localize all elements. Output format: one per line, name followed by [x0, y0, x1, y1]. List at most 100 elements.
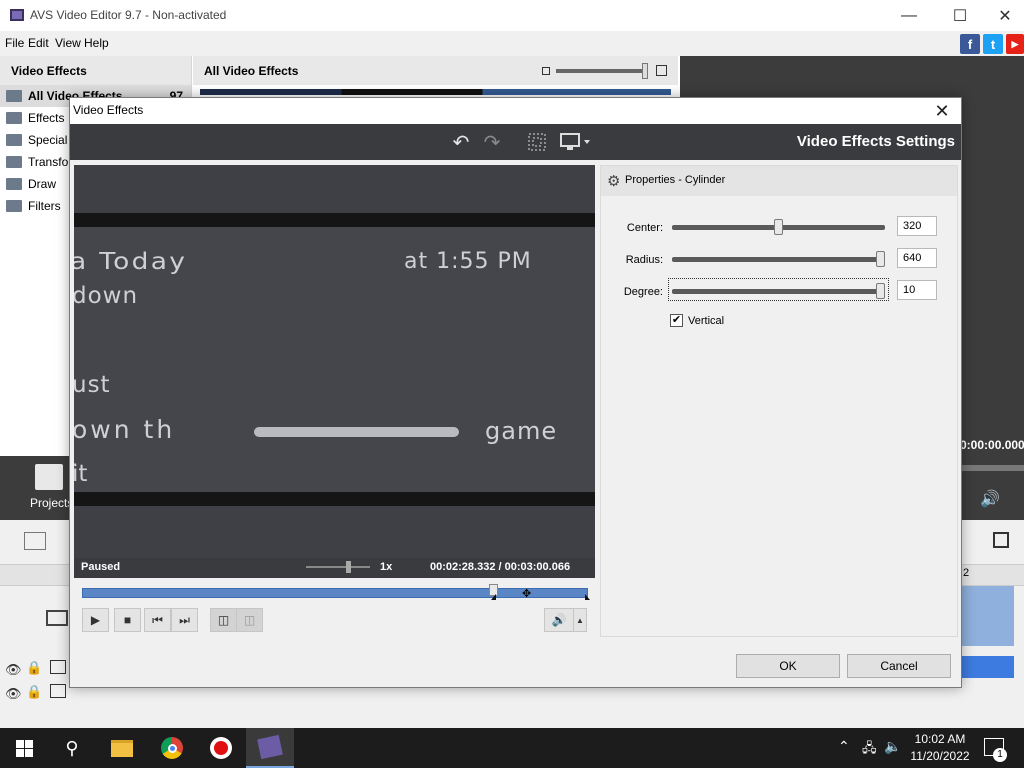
volume-dropdown-icon[interactable]: ▲ — [573, 608, 587, 632]
degree-input[interactable]: 10 — [897, 280, 937, 300]
radius-input[interactable]: 640 — [897, 248, 937, 268]
menu-edit[interactable]: Edit — [28, 36, 49, 50]
volume-button[interactable]: 🔊 — [544, 608, 574, 632]
dialog-title-bar: Video Effects ✕ — [70, 98, 961, 124]
folder-icon — [6, 156, 22, 168]
record-icon[interactable] — [197, 728, 245, 768]
properties-title: Properties - Cylinder — [625, 174, 726, 186]
video-preview[interactable]: a Today at 1:55 PM down ust own th game … — [74, 165, 595, 578]
chrome-icon[interactable] — [148, 728, 196, 768]
fullview-button[interactable]: ◫ — [236, 608, 263, 632]
menu-view[interactable]: View — [55, 36, 81, 50]
properties-panel: ⚙ Properties - Cylinder Center: 320 Radi… — [600, 165, 958, 637]
volume-icon[interactable]: 🔊 — [980, 489, 1000, 509]
vertical-label: Vertical — [688, 315, 725, 327]
lock-icon[interactable]: 🔒 — [26, 684, 42, 700]
radius-slider[interactable] — [672, 251, 885, 267]
next-frame-button[interactable]: ⏭ — [171, 608, 198, 632]
redo-icon[interactable]: ↷ — [480, 130, 504, 154]
maximize-icon[interactable]: ☐ — [937, 0, 983, 31]
video-text-blur — [254, 427, 459, 437]
youtube-icon[interactable]: ▶ — [1006, 34, 1024, 54]
lock-icon[interactable]: 🔒 — [26, 660, 42, 676]
video-text: at 1:55 PM — [404, 249, 532, 274]
vertical-checkbox[interactable]: ✔ — [670, 314, 683, 327]
menu-help[interactable]: Help — [84, 36, 109, 50]
current-time: 00:02:28.332 — [430, 561, 496, 573]
category-label: Draw — [28, 177, 57, 191]
dialog-heading: Video Effects Settings — [796, 133, 955, 150]
degree-slider[interactable] — [672, 283, 885, 299]
fit-timeline-icon[interactable] — [24, 532, 46, 550]
trim-cursor-icon[interactable]: ✥ — [522, 587, 531, 600]
folder-icon — [6, 178, 22, 190]
thumb-size-slider[interactable] — [556, 62, 648, 79]
minimize-icon[interactable]: — — [886, 0, 932, 31]
app-title-bar: AVS Video Editor 9.7 - Non-activated — ☐… — [0, 0, 1024, 31]
fullscreen-icon[interactable] — [993, 532, 1009, 548]
window-title: AVS Video Editor 9.7 - Non-activated — [30, 8, 227, 22]
gear-icon: ⚙ — [607, 173, 621, 190]
avs-video-editor-icon[interactable] — [246, 728, 294, 768]
search-icon[interactable]: ⚲ — [48, 728, 96, 768]
speaker-icon[interactable]: 🔈 — [884, 738, 901, 755]
play-button[interactable]: ▶ — [82, 608, 109, 632]
center-slider-thumb[interactable] — [774, 219, 783, 235]
folder-icon — [6, 134, 22, 146]
center-input[interactable]: 320 — [897, 216, 937, 236]
audio-clip[interactable] — [962, 656, 1014, 678]
monitor-dropdown-icon[interactable] — [559, 130, 593, 154]
center-label: Center: — [626, 222, 663, 234]
track-fx-icon[interactable] — [50, 660, 66, 674]
dialog-toolbar: ↶ ↷ Video Effects Settings — [70, 124, 961, 160]
previous-frame-button[interactable]: ⏮ — [144, 608, 171, 632]
panel-header: Video Effects — [0, 56, 191, 85]
clock-date[interactable]: 11/20/2022 — [908, 749, 972, 763]
video-clip[interactable] — [962, 586, 1014, 646]
dialog-close-icon[interactable]: ✕ — [927, 98, 957, 124]
video-text: game — [485, 417, 558, 445]
video-text: a Today — [74, 249, 188, 275]
degree-slider-thumb[interactable] — [876, 283, 885, 299]
video-effects-dialog: Video Effects ✕ ↶ ↷ Video Effects Settin… — [69, 97, 962, 688]
windows-start-icon[interactable] — [0, 728, 48, 768]
facebook-icon[interactable]: f — [960, 34, 980, 54]
effect-thumbnails[interactable] — [200, 89, 671, 95]
projects-tab[interactable]: Projects — [0, 456, 80, 520]
trim-end-marker[interactable] — [585, 594, 590, 600]
track-fx-icon[interactable] — [50, 684, 66, 698]
large-thumb-icon[interactable] — [656, 65, 667, 76]
speed-slider[interactable] — [306, 561, 370, 573]
cancel-button[interactable]: Cancel — [847, 654, 951, 678]
eye-icon[interactable]: 👁 — [5, 662, 22, 678]
radius-slider-thumb[interactable] — [876, 251, 885, 267]
network-icon[interactable]: 🖧 — [862, 739, 877, 761]
split-view-button[interactable]: ◫ — [210, 608, 237, 632]
timecode: 0:00:00.000 — [960, 438, 1024, 452]
clock-time[interactable]: 10:02 AM — [910, 732, 970, 746]
notification-count: 1 — [993, 748, 1007, 762]
twitter-icon[interactable]: t — [983, 34, 1003, 54]
dialog-title: Video Effects — [73, 103, 144, 117]
eye-icon[interactable]: 👁 — [5, 686, 22, 702]
time-readout: 00:02:28.332 / 00:03:00.066 — [430, 561, 570, 573]
degree-label: Degree: — [623, 286, 663, 298]
video-text: down — [74, 283, 139, 309]
small-thumb-icon[interactable] — [542, 66, 550, 75]
video-text: own th — [74, 415, 176, 444]
file-explorer-icon[interactable] — [98, 728, 146, 768]
clapperboard-icon — [35, 464, 63, 490]
chevron-up-icon[interactable]: ⌃ — [838, 738, 850, 755]
trim-start-marker[interactable] — [491, 594, 496, 600]
stop-button[interactable]: ■ — [114, 608, 141, 632]
undo-icon[interactable]: ↶ — [449, 130, 473, 154]
seek-bar[interactable] — [82, 584, 588, 598]
preview-seek[interactable] — [962, 465, 1024, 471]
ok-button[interactable]: OK — [736, 654, 840, 678]
safe-area-icon[interactable] — [525, 130, 549, 154]
panel-header: All Video Effects — [193, 56, 678, 85]
category-label: Special — [28, 133, 68, 147]
center-slider[interactable] — [672, 219, 885, 235]
menu-file[interactable]: File — [5, 36, 24, 50]
close-icon[interactable]: ✕ — [982, 0, 1024, 31]
